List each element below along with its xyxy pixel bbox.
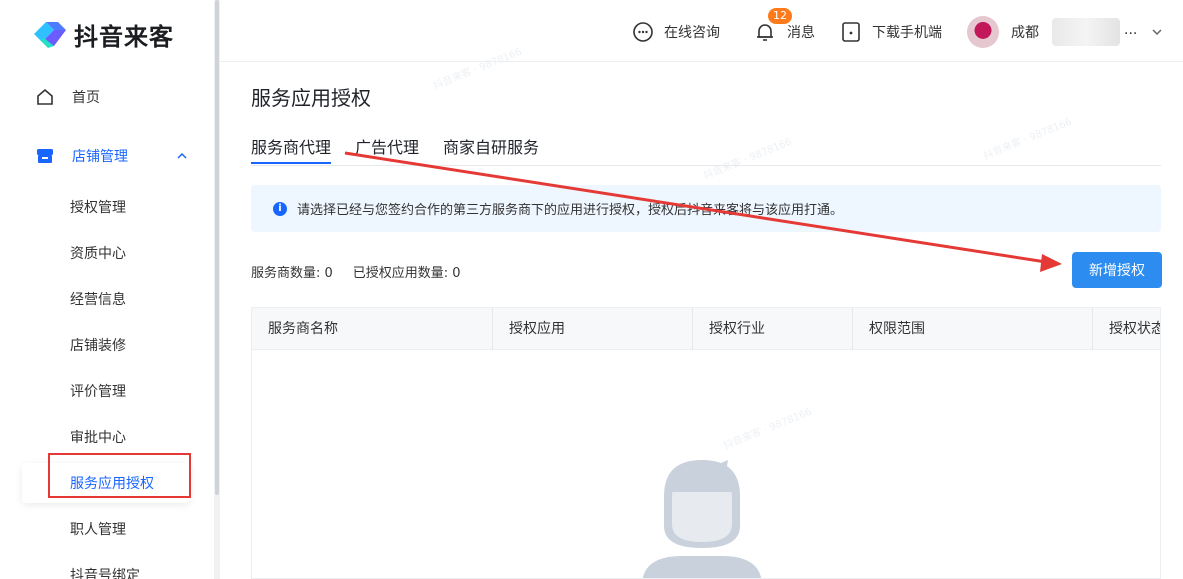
sidebar-item-approval[interactable]: 审批中心 <box>22 417 190 457</box>
sidebar: 抖音来客 首页 店铺管理 授权管理 资质中心 经营信息 店铺装修 评价管理 审批… <box>0 0 214 579</box>
provider-count: 服务商数量: 0 <box>251 266 333 281</box>
sidebar-item-decoration[interactable]: 店铺装修 <box>22 325 190 365</box>
avatar[interactable] <box>967 16 999 48</box>
table-header: 服务商名称 授权应用 授权行业 权限范围 授权状态 <box>252 308 1161 350</box>
home-icon <box>34 86 56 108</box>
empty-state-illustration <box>642 460 762 578</box>
logo-icon <box>34 22 66 48</box>
notice-text: 请选择已经与您签约合作的第三方服务商下的应用进行授权，授权后抖音来客将与该应用打… <box>297 203 844 218</box>
tab-ad-agency[interactable]: 广告代理 <box>355 134 419 158</box>
sidebar-item-staff[interactable]: 职人管理 <box>22 509 190 549</box>
consult-label: 在线咨询 <box>664 25 720 41</box>
tab-self-developed[interactable]: 商家自研服务 <box>443 134 539 158</box>
user-name[interactable]: 成都 <box>1011 22 1039 42</box>
download-app-button[interactable]: 下载手机端 <box>840 18 942 46</box>
sidebar-group-label: 店铺管理 <box>72 149 128 165</box>
sidebar-item-auth-manage[interactable]: 授权管理 <box>22 187 190 227</box>
sidebar-item-service-auth[interactable]: 服务应用授权 <box>22 463 190 503</box>
stats-row: 服务商数量: 0 已授权应用数量: 0 <box>251 262 461 281</box>
sidebar-item-home[interactable]: 首页 <box>22 77 202 117</box>
sidebar-item-douyin-bind[interactable]: 抖音号绑定 <box>22 555 190 579</box>
chevron-up-icon <box>177 152 187 159</box>
authorization-table: 服务商名称 授权应用 授权行业 权限范围 授权状态 <box>251 307 1161 579</box>
sidebar-item-reviews[interactable]: 评价管理 <box>22 371 190 411</box>
download-label: 下载手机端 <box>872 25 942 41</box>
sidebar-group-store[interactable]: 店铺管理 <box>22 136 202 176</box>
column-header: 授权应用 <box>493 308 693 350</box>
consult-button[interactable]: 在线咨询 <box>632 18 720 46</box>
sidebar-scrollbar[interactable] <box>214 0 220 579</box>
tab-service-provider[interactable]: 服务商代理 <box>251 134 332 164</box>
sidebar-item-label: 首页 <box>72 90 100 106</box>
user-name-redacted <box>1052 18 1120 46</box>
add-authorization-button[interactable]: 新增授权 <box>1072 252 1162 288</box>
scrollbar-thumb[interactable] <box>215 0 219 495</box>
page-title: 服务应用授权 <box>251 86 371 110</box>
column-header: 权限范围 <box>853 308 1093 350</box>
store-icon <box>34 145 56 167</box>
tab-bar: 服务商代理 广告代理 商家自研服务 <box>251 134 1161 166</box>
info-notice: i 请选择已经与您签约合作的第三方服务商下的应用进行授权，授权后抖音来客将与该应… <box>251 185 1161 232</box>
column-header: 服务商名称 <box>252 308 493 350</box>
chevron-down-icon[interactable] <box>1151 27 1163 37</box>
logo-text: 抖音来客 <box>74 22 174 51</box>
column-header: 授权状态 <box>1109 321 1161 337</box>
user-name-ellipsis: ... <box>1124 22 1138 38</box>
messages-label: 消息 <box>787 25 815 41</box>
authorized-count: 已授权应用数量: 0 <box>352 266 461 281</box>
message-count-badge: 12 <box>768 8 792 24</box>
column-header: 授权行业 <box>693 308 853 350</box>
chat-icon <box>633 22 653 42</box>
logo[interactable]: 抖音来客 <box>30 16 174 52</box>
app-root: 抖音来客 · 9878166 抖音来客 · 9878166 抖音来客 · 987… <box>0 0 1183 579</box>
mobile-icon <box>842 22 860 42</box>
sidebar-item-qualification[interactable]: 资质中心 <box>22 233 190 273</box>
info-icon: i <box>273 201 287 216</box>
sidebar-item-business-info[interactable]: 经营信息 <box>22 279 190 319</box>
